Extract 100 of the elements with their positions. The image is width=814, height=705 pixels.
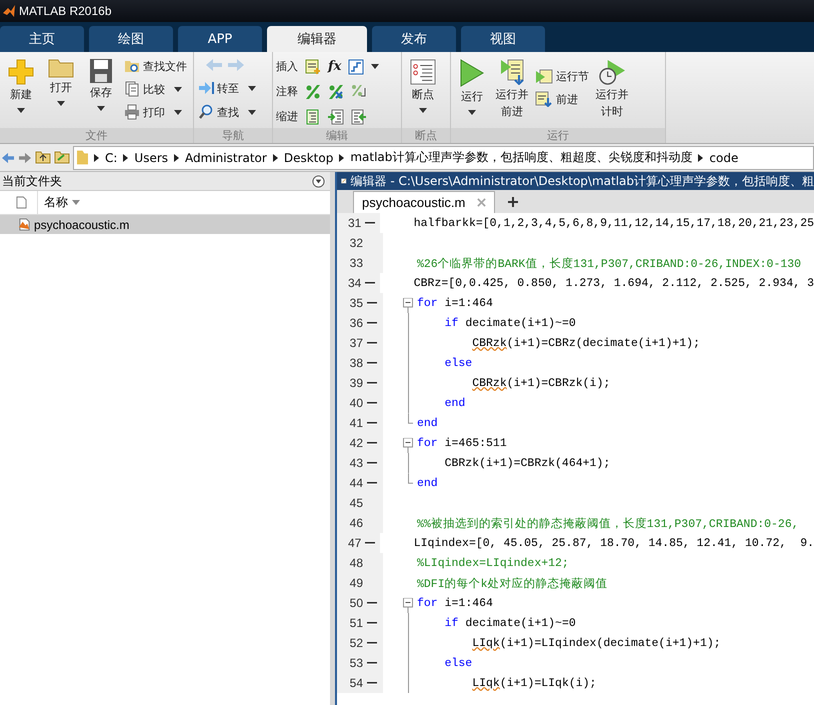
arrow-to-bar-icon [198, 80, 214, 96]
breakpoint-dash-icon[interactable] [367, 442, 377, 444]
save-button[interactable]: 保存 [83, 55, 119, 113]
insert-label: 插入 [276, 59, 298, 74]
breakpoint-dash-icon[interactable] [367, 482, 377, 484]
folder-icon [48, 59, 74, 78]
fold-toggle-icon[interactable] [403, 598, 413, 613]
ribbon-tab[interactable]: 视图 [461, 26, 545, 52]
breakpoint-dash-icon[interactable] [367, 642, 377, 644]
open-button[interactable]: 打开 [43, 55, 79, 108]
run-and-time-button[interactable]: 运行并 计时 [594, 55, 630, 121]
new-button[interactable]: 新建 [3, 55, 39, 115]
breakpoint-dash-icon[interactable] [367, 602, 377, 604]
caret-icon[interactable] [371, 64, 380, 69]
breakpoint-dash-icon[interactable] [367, 682, 377, 684]
forward-arrow-icon[interactable] [18, 152, 32, 164]
breakpoint-dash-icon[interactable] [367, 622, 377, 624]
panel-menu-icon[interactable] [312, 174, 325, 188]
up-folder-icon[interactable] [35, 151, 51, 164]
file-tab[interactable]: psychoacoustic.m [353, 191, 496, 213]
ribbon-tab[interactable]: 发布 [372, 26, 456, 52]
folder-icon [77, 150, 88, 165]
ribbon-tab[interactable]: 主页 [0, 26, 84, 52]
comment-icon[interactable] [305, 84, 321, 100]
code-line: halfbarkk=[0,1,2,3,4,5,6,8,9,11,12,14,15,17,18,20,21,23,25 [414, 216, 814, 230]
run-button[interactable]: 运行 [454, 55, 490, 117]
breakpoint-dash-icon[interactable] [365, 282, 376, 284]
decrease-indent-icon[interactable] [351, 108, 367, 124]
run-and-advance-button[interactable]: 运行并 前进 [494, 55, 530, 121]
increase-indent-icon[interactable] [328, 108, 344, 124]
breakpoint-dash-icon[interactable] [367, 322, 377, 324]
chevron-icon[interactable] [272, 154, 278, 162]
ribbon-tab[interactable]: 绘图 [89, 26, 173, 52]
breakpoint-dash-icon[interactable] [367, 422, 377, 424]
caret-icon [468, 110, 476, 115]
breakpoint-dash-icon[interactable] [367, 402, 377, 404]
group-label: 运行 [451, 128, 665, 143]
breakpoint-dash-icon[interactable] [367, 302, 377, 304]
breakpoint-dash-icon[interactable] [367, 362, 377, 364]
run-section-icon [535, 68, 553, 84]
chevron-icon[interactable] [174, 154, 180, 162]
advance-button[interactable]: 前进 [534, 88, 590, 110]
fold-toggle-icon[interactable] [403, 438, 413, 453]
chevron-icon[interactable] [123, 154, 128, 162]
smart-indent-icon[interactable] [305, 108, 321, 124]
breakpoint-dash-icon[interactable] [365, 222, 376, 224]
breakpoint-dash-icon[interactable] [367, 462, 377, 464]
ribbon-tab[interactable]: APP [178, 26, 262, 52]
indent-label: 缩进 [276, 109, 298, 124]
insert-section-icon[interactable] [305, 58, 321, 74]
code-line: %LIqindex=LIqindex+12; [417, 556, 569, 570]
caret-icon [174, 86, 182, 92]
file-row[interactable]: psychoacoustic.m [0, 215, 330, 234]
path-segment[interactable]: matlab计算心理声学参数，包括响度、粗超度、尖锐度和抖动度 [350, 149, 692, 166]
find-files-button[interactable]: 查找文件 [123, 55, 188, 77]
documents-icon [124, 81, 140, 97]
line-number: 34 [337, 273, 362, 293]
fixed-point-icon[interactable] [348, 58, 364, 74]
plus-icon [8, 59, 34, 85]
panel-splitter[interactable] [330, 172, 337, 705]
line-number: 46 [337, 513, 363, 533]
group-label: 导航 [194, 128, 272, 143]
window-title: MATLAB R2016b [19, 4, 112, 18]
print-button[interactable]: 打印 [123, 101, 188, 123]
wrap-comments-icon[interactable] [351, 84, 367, 100]
breakpoint-dash-icon[interactable] [367, 342, 377, 344]
go-to-button[interactable]: 转至 [197, 77, 257, 99]
editor-title: 编辑器 - C:\Users\Administrator\Desktop\matlab计算心理声学参数，包括响度、粗 [350, 172, 814, 190]
path-segment[interactable]: C: [105, 150, 118, 164]
caret-icon [248, 86, 256, 90]
fold-toggle-icon[interactable] [403, 298, 413, 313]
code-line: CBRz=[0,0.425, 0.850, 1.273, 1.694, 2.112, 2.525, 2.934, 3 [414, 276, 814, 290]
path-segment[interactable]: Administrator [185, 150, 267, 164]
chevron-icon[interactable] [94, 154, 99, 162]
compare-button[interactable]: 比较 [123, 78, 188, 100]
line-number: 35 [337, 293, 363, 313]
breakpoints-button[interactable]: 断点 [405, 55, 441, 115]
name-column-header[interactable]: 名称 [37, 191, 80, 214]
find-button[interactable]: 查找 [197, 101, 257, 123]
printer-icon [124, 104, 140, 120]
code-line: %%被抽选到的索引处的静态掩蔽阈值，长度131,P307,CRIBAND:0-26, [417, 516, 799, 530]
path-field[interactable]: C: Users Administrator Desktop matlab计算心理声学参数，包括响度、粗超度、尖锐度和抖动度 code [73, 146, 814, 170]
back-arrow-icon[interactable] [1, 152, 15, 164]
ribbon-tab[interactable]: 编辑器 [267, 26, 367, 52]
path-segment[interactable]: Desktop [284, 150, 334, 164]
chevron-icon[interactable] [698, 154, 704, 162]
path-segment[interactable]: Users [134, 150, 168, 164]
line-number: 51 [337, 613, 363, 633]
breakpoint-dash-icon[interactable] [367, 382, 377, 384]
path-segment[interactable]: code [709, 150, 738, 164]
chevron-icon[interactable] [339, 154, 344, 162]
new-tab-icon[interactable] [507, 196, 520, 208]
breakpoint-list-icon [410, 59, 436, 85]
run-section-button[interactable]: 运行节 [534, 65, 590, 87]
breakpoint-dash-icon[interactable] [365, 542, 376, 544]
breakpoint-dash-icon[interactable] [367, 662, 377, 664]
insert-function-button[interactable]: fx [328, 59, 342, 74]
uncomment-icon[interactable] [328, 84, 344, 100]
matlab-logo-icon [2, 4, 16, 18]
code-line: %DFI的每个k处对应的静态掩蔽阈值 [417, 576, 608, 590]
